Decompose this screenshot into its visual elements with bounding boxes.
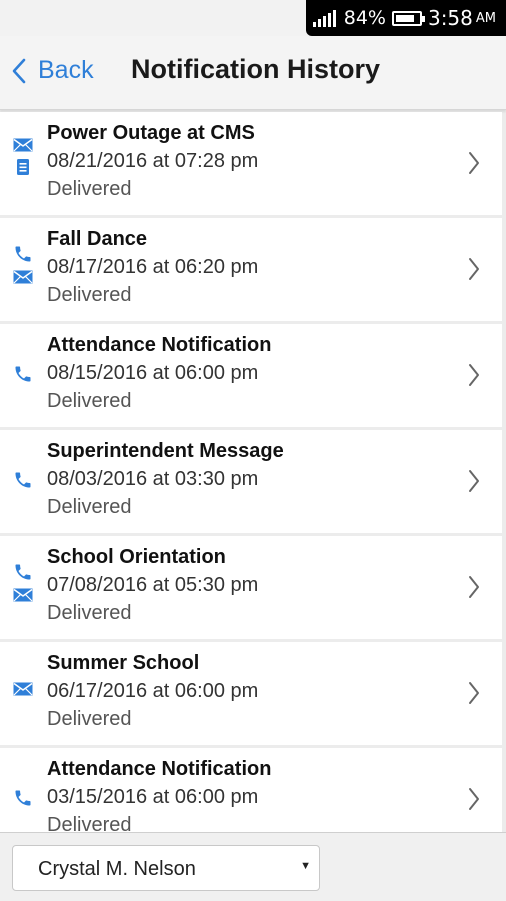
notification-status: Delivered (47, 814, 132, 832)
notification-title: Superintendent Message (47, 440, 284, 462)
email-icon (13, 270, 33, 284)
email-icon (13, 682, 33, 696)
notification-date: 08/03/2016 at 03:30 pm (47, 468, 259, 490)
channel-icons (10, 470, 36, 490)
dropdown-caret-icon: ▼ (300, 860, 311, 872)
notification-list[interactable]: Power Outage at CMS 08/21/2016 at 07:28 p… (0, 112, 502, 832)
recipient-select-value: Crystal M. Nelson (38, 858, 196, 880)
status-indicators: 84% 3:58 AM (306, 0, 506, 36)
clock-time: 3:58 (427, 6, 473, 30)
notification-status: Delivered (47, 284, 132, 306)
chevron-right-icon (468, 787, 480, 816)
notification-date: 03/15/2016 at 06:00 pm (47, 786, 259, 808)
status-bar: 84% 3:58 AM (0, 0, 506, 36)
text-message-icon (16, 158, 30, 176)
notification-title: Attendance Notification (47, 334, 272, 356)
channel-icons (10, 682, 36, 696)
chevron-right-icon (468, 257, 480, 286)
notification-date: 08/15/2016 at 06:00 pm (47, 362, 259, 384)
notification-date: 08/21/2016 at 07:28 pm (47, 150, 259, 172)
channel-icons (10, 364, 36, 384)
chevron-left-icon (12, 58, 26, 83)
recipient-select[interactable]: Crystal M. Nelson ▼ (12, 845, 320, 891)
battery-icon (391, 10, 425, 26)
notification-row[interactable]: Superintendent Message 08/03/2016 at 03:3… (0, 430, 502, 533)
channel-icons (10, 244, 36, 284)
channel-icons (10, 788, 36, 808)
notification-title: Fall Dance (47, 228, 148, 250)
phone-icon (13, 562, 33, 582)
notification-row[interactable]: Power Outage at CMS 08/21/2016 at 07:28 p… (0, 112, 502, 215)
email-icon (13, 138, 33, 152)
email-icon (13, 588, 33, 602)
notification-row[interactable]: Attendance Notification 08/15/2016 at 06:… (0, 324, 502, 427)
clock-ampm: AM (475, 10, 496, 26)
notification-date: 06/17/2016 at 06:00 pm (47, 680, 259, 702)
chevron-right-icon (468, 469, 480, 498)
page-title: Notification History (131, 54, 381, 84)
chevron-right-icon (468, 151, 480, 180)
phone-icon (13, 244, 33, 264)
notification-status: Delivered (47, 708, 132, 730)
phone-icon (13, 364, 33, 384)
phone-icon (13, 788, 33, 808)
notification-status: Delivered (47, 496, 132, 518)
channel-icons (10, 562, 36, 602)
chevron-right-icon (468, 681, 480, 710)
phone-icon (13, 470, 33, 490)
notification-row[interactable]: School Orientation 07/08/2016 at 05:30 pm… (0, 536, 502, 639)
notification-date: 07/08/2016 at 05:30 pm (47, 574, 259, 596)
notification-title: School Orientation (47, 546, 226, 568)
notification-status: Delivered (47, 390, 132, 412)
notification-title: Power Outage at CMS (47, 122, 255, 144)
app-header: Back Notification History (0, 36, 506, 110)
notification-title: Summer School (47, 652, 200, 674)
back-button[interactable]: Back (12, 56, 94, 85)
notification-row[interactable]: Attendance Notification 03/15/2016 at 06:… (0, 748, 502, 832)
signal-icon (312, 9, 336, 27)
notification-row[interactable]: Fall Dance 08/17/2016 at 06:20 pm Delivere… (0, 218, 502, 321)
notification-date: 08/17/2016 at 06:20 pm (47, 256, 259, 278)
notification-row[interactable]: Summer School 06/17/2016 at 06:00 pm Deliv… (0, 642, 502, 745)
notification-title: Attendance Notification (47, 758, 272, 780)
battery-percent: 84% (343, 7, 386, 29)
chevron-right-icon (468, 363, 480, 392)
chevron-right-icon (468, 575, 480, 604)
channel-icons (10, 138, 36, 176)
back-label: Back (38, 56, 94, 84)
notification-status: Delivered (47, 178, 132, 200)
notification-status: Delivered (47, 602, 132, 624)
footer-bar: Crystal M. Nelson ▼ (0, 832, 506, 901)
